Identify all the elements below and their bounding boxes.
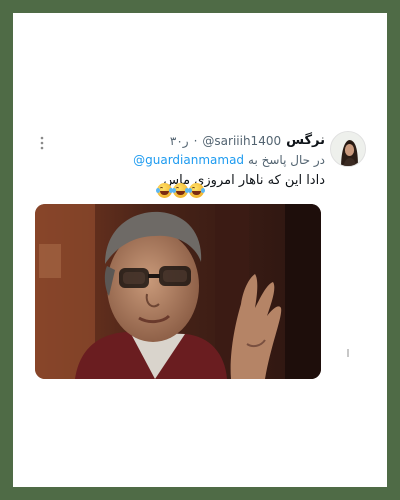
avatar[interactable] <box>330 131 366 167</box>
more-options-icon[interactable] <box>35 135 49 151</box>
tweet-time[interactable]: ۳۰ر <box>170 134 189 148</box>
screenshot-frame: ۳۰ر · @sariiih1400 نرگس @guardianmamad د… <box>13 13 387 487</box>
emoji-group <box>156 183 205 198</box>
reply-to-link[interactable]: @guardianmamad <box>133 153 244 167</box>
laughing-emoji-icon <box>172 183 189 198</box>
divider-mark <box>347 349 349 357</box>
reply-context: @guardianmamad در حال پاسخ به <box>133 153 325 167</box>
reply-prefix: در حال پاسخ به <box>248 153 325 167</box>
tweet-image[interactable] <box>35 204 321 379</box>
separator-dot: · <box>193 133 198 148</box>
laughing-emoji-icon <box>188 183 205 198</box>
tweet-header: ۳۰ر · @sariiih1400 نرگس <box>170 133 325 148</box>
laughing-emoji-icon <box>156 183 173 198</box>
user-handle[interactable]: @sariiih1400 <box>202 134 281 148</box>
display-name[interactable]: نرگس <box>286 133 325 148</box>
